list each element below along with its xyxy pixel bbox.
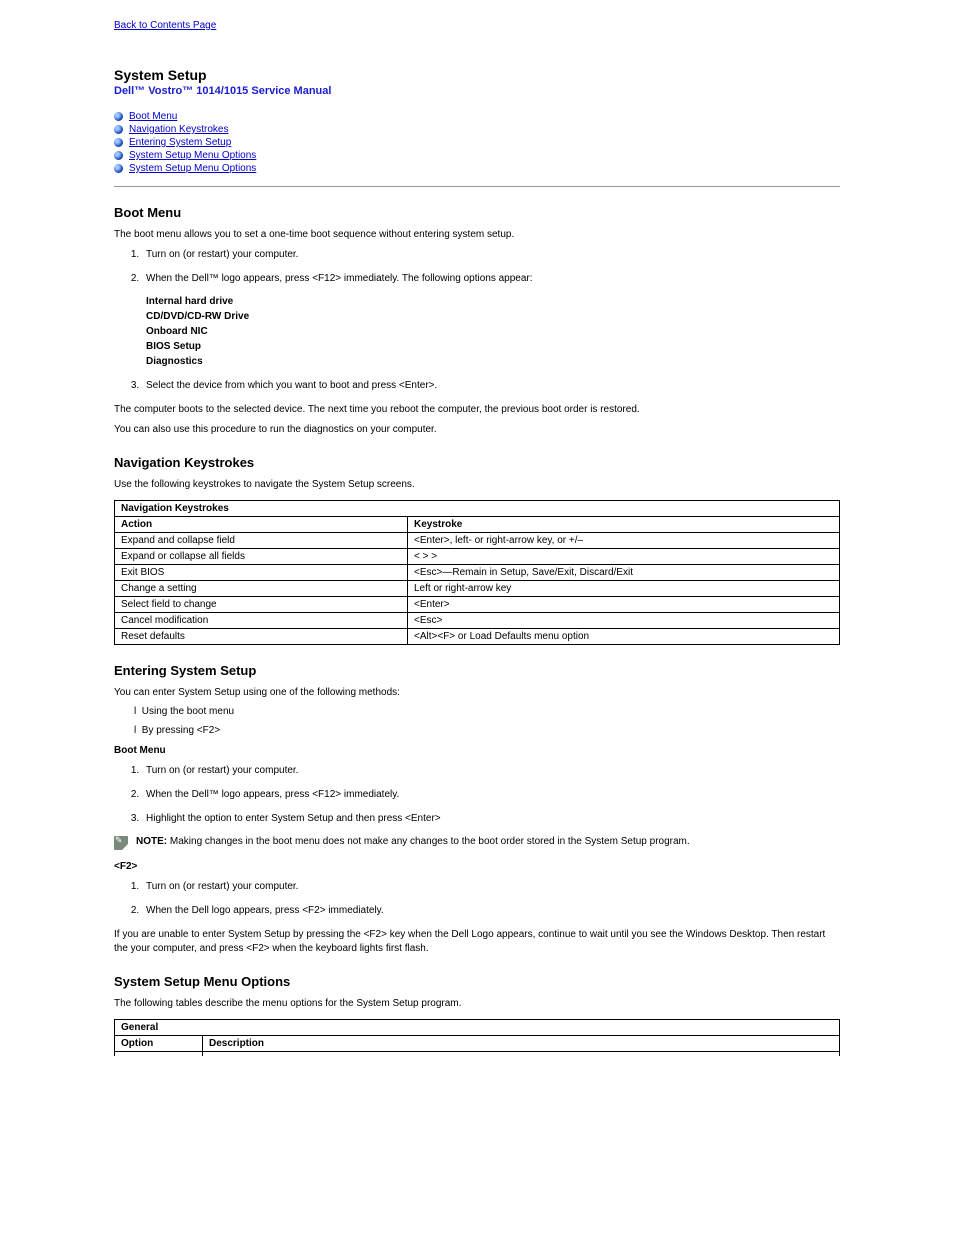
list-item: System Setup Menu Options — [114, 163, 840, 176]
divider — [114, 186, 840, 187]
list-item: Turn on (or restart) your computer. — [142, 880, 840, 894]
list-item: When the Dell logo appears, press <F2> i… — [142, 904, 840, 918]
boot-option: Onboard NIC — [146, 324, 840, 339]
toc-link[interactable]: System Setup Menu Options — [129, 150, 256, 161]
cell: Keystroke — [408, 517, 840, 533]
cell: <Esc>—Remain in Setup, Save/Exit, Discar… — [408, 565, 840, 581]
list-item: l By pressing <F2> — [134, 725, 840, 736]
table-row: Reset defaults<Alt><F> or Load Defaults … — [115, 629, 840, 645]
table-row: Change a settingLeft or right-arrow key — [115, 581, 840, 597]
page-title: System Setup — [114, 67, 840, 83]
section-heading-bootmenu: Boot Menu — [114, 205, 840, 220]
paragraph: The computer boots to the selected devic… — [114, 403, 840, 417]
table-row: Option Description — [115, 1036, 840, 1052]
general-table: General Option Description — [114, 1019, 840, 1056]
list-item: Navigation Keystrokes — [114, 124, 840, 137]
cell: Select field to change — [115, 597, 408, 613]
list-item: l Using the boot menu — [134, 706, 840, 717]
table-header: General — [115, 1020, 840, 1036]
cell: Left or right-arrow key — [408, 581, 840, 597]
subsection-heading: <F2> — [114, 860, 840, 874]
step-text: When the Dell™ logo appears, press <F12>… — [146, 273, 533, 284]
pencil-note-icon — [114, 836, 128, 850]
subsection-heading: Boot Menu — [114, 744, 840, 758]
boot-option: Internal hard drive — [146, 294, 840, 309]
cell: Option — [115, 1036, 203, 1052]
table-row: Select field to change<Enter> — [115, 597, 840, 613]
table-row: ActionKeystroke — [115, 517, 840, 533]
toc-list: Boot Menu Navigation Keystrokes Entering… — [114, 111, 840, 176]
cell: Description — [203, 1036, 840, 1052]
cell — [203, 1052, 840, 1057]
table-row: Expand and collapse field<Enter>, left- … — [115, 533, 840, 549]
cell: < > > — [408, 549, 840, 565]
cell: Change a setting — [115, 581, 408, 597]
toc-link[interactable]: System Setup Menu Options — [129, 163, 256, 174]
table-row: Expand or collapse all fields< > > — [115, 549, 840, 565]
paragraph: The following tables describe the menu o… — [114, 997, 840, 1011]
table-header: Navigation Keystrokes — [115, 501, 840, 517]
section-heading-enter: Entering System Setup — [114, 663, 840, 678]
boot-options-block: Internal hard drive CD/DVD/CD-RW Drive O… — [146, 294, 840, 369]
bullet-icon — [114, 138, 123, 147]
page-subtitle: Dell™ Vostro™ 1014/1015 Service Manual — [114, 85, 840, 97]
list-item: When the Dell™ logo appears, press <F12>… — [142, 788, 840, 802]
list-item: Turn on (or restart) your computer. — [142, 764, 840, 778]
section-heading-menu: System Setup Menu Options — [114, 974, 840, 989]
note-block: NOTE: Making changes in the boot menu do… — [114, 836, 840, 850]
toc-link[interactable]: Boot Menu — [129, 111, 177, 122]
list-item: When the Dell™ logo appears, press <F12>… — [142, 272, 840, 369]
ordered-list: Turn on (or restart) your computer. When… — [114, 248, 840, 393]
cell: <Enter> — [408, 597, 840, 613]
paragraph: Use the following keystrokes to navigate… — [114, 478, 840, 492]
bullet-icon — [114, 112, 123, 121]
back-to-contents-link[interactable]: Back to Contents Page — [114, 20, 216, 31]
cell: Exit BIOS — [115, 565, 408, 581]
paragraph: You can enter System Setup using one of … — [114, 686, 840, 700]
paragraph: You can also use this procedure to run t… — [114, 423, 840, 437]
boot-option: BIOS Setup — [146, 339, 840, 354]
list-item: Select the device from which you want to… — [142, 379, 840, 393]
ordered-list: Turn on (or restart) your computer. When… — [114, 764, 840, 826]
section-heading-nav: Navigation Keystrokes — [114, 455, 840, 470]
cell: Cancel modification — [115, 613, 408, 629]
paragraph: The boot menu allows you to set a one-ti… — [114, 228, 840, 242]
cell: Reset defaults — [115, 629, 408, 645]
list-item: System Setup Menu Options — [114, 150, 840, 163]
boot-option: CD/DVD/CD-RW Drive — [146, 309, 840, 324]
cell: <Enter>, left- or right-arrow key, or +/… — [408, 533, 840, 549]
list-item: Highlight the option to enter System Set… — [142, 812, 840, 826]
bullet-list: l Using the boot menu l By pressing <F2> — [114, 706, 840, 736]
bullet-icon — [114, 125, 123, 134]
bullet-icon — [114, 151, 123, 160]
toc-link[interactable]: Navigation Keystrokes — [129, 124, 229, 135]
list-item: Entering System Setup — [114, 137, 840, 150]
note-text: NOTE: Making changes in the boot menu do… — [136, 836, 690, 847]
cell: <Esc> — [408, 613, 840, 629]
table-row: Cancel modification<Esc> — [115, 613, 840, 629]
toc-link[interactable]: Entering System Setup — [129, 137, 231, 148]
table-row — [115, 1052, 840, 1057]
bullet-icon — [114, 164, 123, 173]
cell: Action — [115, 517, 408, 533]
cell: <Alt><F> or Load Defaults menu option — [408, 629, 840, 645]
ordered-list: Turn on (or restart) your computer. When… — [114, 880, 840, 918]
boot-option: Diagnostics — [146, 354, 840, 369]
list-item: Turn on (or restart) your computer. — [142, 248, 840, 262]
paragraph: If you are unable to enter System Setup … — [114, 928, 840, 956]
table-row: Exit BIOS<Esc>—Remain in Setup, Save/Exi… — [115, 565, 840, 581]
cell: Expand or collapse all fields — [115, 549, 408, 565]
cell: Expand and collapse field — [115, 533, 408, 549]
cell — [115, 1052, 203, 1057]
list-item: Boot Menu — [114, 111, 840, 124]
nav-keystrokes-table: Navigation Keystrokes ActionKeystroke Ex… — [114, 500, 840, 645]
